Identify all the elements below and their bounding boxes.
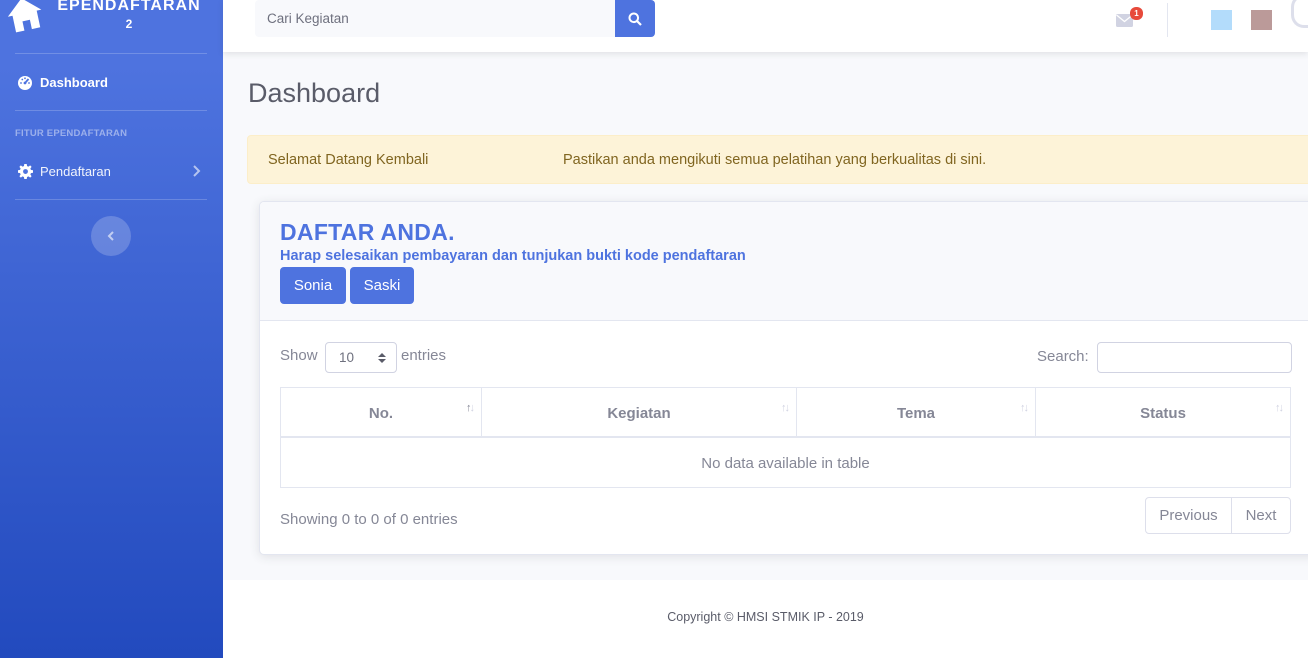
sort-icon: ↑↓	[466, 402, 475, 414]
page-title: Dashboard	[248, 78, 381, 108]
alert-message-text: Pastikan anda mengikuti semua pelatihan …	[563, 152, 987, 168]
sidebar: EPENDAFTARAN 2 Dashboard FITUR EPENDAFTA…	[0, 0, 223, 658]
previous-page-button[interactable]: Previous	[1146, 498, 1232, 533]
next-page-button[interactable]: Next	[1232, 498, 1290, 533]
table-header-row: No. ↑↓ Kegiatan ↑↓ Tema ↑↓ Status ↑↓	[281, 388, 1290, 438]
brand-subtitle: 2	[125, 17, 133, 31]
tachometer-icon	[16, 73, 34, 91]
sort-icon: ↑↓	[781, 402, 790, 414]
column-header-tema[interactable]: Tema ↑↓	[797, 388, 1036, 438]
chevron-left-icon	[107, 231, 114, 241]
sidebar-divider	[15, 199, 207, 200]
alert-welcome-text: Selamat Datang Kembali	[268, 152, 429, 168]
column-header-label: Tema	[896, 404, 936, 422]
topbar-divider	[1167, 3, 1168, 37]
sidebar-item-label: Dashboard	[40, 74, 108, 90]
column-header-no[interactable]: No. ↑↓	[281, 388, 482, 438]
sort-icon: ↑↓	[1275, 402, 1284, 414]
column-header-status[interactable]: Status ↑↓	[1036, 388, 1290, 438]
footer-copyright: Copyright © HMSI STMIK IP - 2019	[667, 610, 864, 624]
chevron-right-icon	[193, 165, 201, 177]
messages-button[interactable]: 1	[1116, 7, 1146, 30]
house-icon	[7, 0, 42, 33]
column-header-label: Status	[1140, 404, 1186, 422]
table-search-input[interactable]	[1097, 342, 1292, 373]
sidebar-item-dashboard[interactable]: Dashboard	[0, 67, 223, 97]
column-header-label: No.	[368, 404, 394, 422]
card-title: DAFTAR ANDA.	[280, 219, 455, 245]
table-empty-row: No data available in table	[701, 455, 870, 472]
topbar: 1	[223, 0, 1308, 52]
search-input[interactable]	[255, 0, 615, 37]
pagination: Previous Next	[1145, 497, 1291, 534]
search-icon	[628, 12, 642, 26]
entries-length-select[interactable]: 10	[325, 342, 397, 373]
registration-card: DAFTAR ANDA. Harap selesaikan pembayaran…	[259, 201, 1308, 555]
entries-label: entries	[401, 347, 447, 364]
color-square	[1251, 10, 1272, 30]
notification-badge: 1	[1130, 7, 1143, 20]
table-search-label: Search:	[1037, 348, 1089, 365]
table-info: Showing 0 to 0 of 0 entries	[280, 511, 458, 528]
card-header: DAFTAR ANDA. Harap selesaikan pembayaran…	[260, 202, 1308, 321]
sidebar-item-label: Pendaftaran	[40, 163, 111, 179]
saski-button[interactable]: Saski	[350, 267, 414, 304]
sidebar-toggle-button[interactable]	[91, 216, 131, 256]
column-header-kegiatan[interactable]: Kegiatan ↑↓	[482, 388, 797, 438]
topbar-search	[255, 0, 655, 37]
card-subtitle: Harap selesaikan pembayaran dan tunjukan…	[280, 248, 746, 264]
sidebar-heading: FITUR EPENDAFTARAN	[15, 128, 128, 139]
color-square	[1211, 10, 1232, 30]
gear-icon	[16, 162, 34, 180]
sidebar-brand[interactable]: EPENDAFTARAN 2	[0, 0, 223, 50]
sort-icon: ↑↓	[1020, 402, 1029, 414]
footer: Copyright © HMSI STMIK IP - 2019	[223, 580, 1308, 658]
sidebar-divider	[15, 53, 207, 54]
column-header-label: Kegiatan	[607, 404, 671, 422]
data-table: No. ↑↓ Kegiatan ↑↓ Tema ↑↓ Status ↑↓ No …	[280, 387, 1291, 488]
show-label: Show	[280, 347, 318, 364]
welcome-alert: Selamat Datang Kembali Pastikan anda men…	[247, 135, 1308, 184]
select-arrows-icon	[378, 353, 386, 363]
user-avatar[interactable]	[1291, 0, 1308, 28]
brand-title: EPENDAFTARAN	[57, 0, 201, 14]
entries-length-value: 10	[339, 350, 355, 365]
search-button[interactable]	[615, 0, 655, 37]
sidebar-divider	[15, 110, 207, 111]
sonia-button[interactable]: Sonia	[280, 267, 346, 304]
sidebar-item-pendaftaran[interactable]: Pendaftaran	[0, 156, 223, 186]
